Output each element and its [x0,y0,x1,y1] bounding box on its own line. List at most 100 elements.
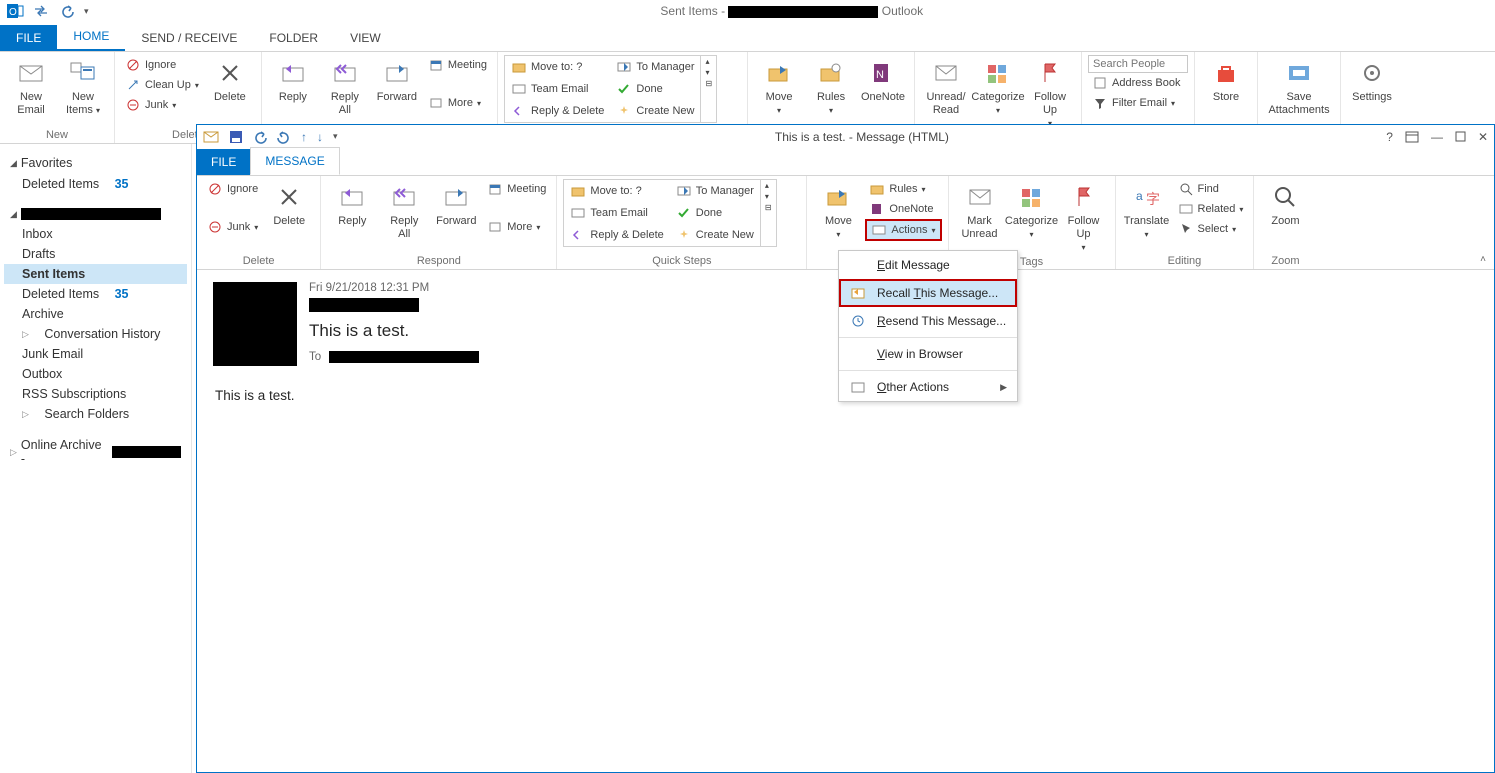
folder-rss[interactable]: RSS Subscriptions [4,384,187,404]
msg-qs-expand[interactable]: ⊟ [761,202,776,213]
qs-done[interactable]: Done [610,78,700,100]
folder-junk[interactable]: Junk Email [4,344,187,364]
msg-qs-done[interactable]: Done [670,202,760,224]
msg-translate-button[interactable]: a字Translate▾ [1122,179,1172,241]
qs-reply-delete[interactable]: Reply & Delete [505,100,610,122]
msg-qat-dropdown[interactable]: ▾ [333,131,338,142]
msg-tab-message[interactable]: MESSAGE [250,147,339,175]
unread-read-button[interactable]: Unread/ Read [921,55,971,117]
msg-save-icon[interactable] [229,130,243,144]
msg-tab-file[interactable]: FILE [197,149,250,175]
msg-next-icon[interactable]: ↓ [317,130,323,144]
folder-conversation-history[interactable]: ▷ Conversation History [4,324,187,344]
folder-drafts[interactable]: Drafts [4,244,187,264]
msg-reply-button[interactable]: Reply [327,179,377,228]
favorites-header[interactable]: ◢Favorites [4,152,187,174]
msg-related-button[interactable]: Related ▾ [1174,199,1248,219]
reply-all-button[interactable]: Reply All [320,55,370,117]
categorize-button[interactable]: Categorize▾ [973,55,1023,117]
send-receive-icon[interactable] [32,2,50,20]
maximize-icon[interactable] [1455,131,1466,142]
fav-deleted-items[interactable]: Deleted Items 35 [4,174,187,194]
cleanup-button[interactable]: Clean Up ▾ [121,75,203,95]
qs-team-email[interactable]: Team Email [505,78,610,100]
msg-prev-icon[interactable]: ↑ [301,130,307,144]
msg-onenote-button[interactable]: OneNote [865,199,941,219]
new-items-button[interactable]: New Items ▾ [58,55,108,117]
folder-sent-items[interactable]: Sent Items [4,264,187,284]
menu-recall-message[interactable]: Recall This Message... [839,279,1017,307]
tab-file[interactable]: FILE [0,25,57,51]
undo-icon[interactable] [58,2,76,20]
msg-select-button[interactable]: Select ▾ [1174,219,1248,239]
rules-button[interactable]: Rules▾ [806,55,856,117]
msg-qs-tomanager[interactable]: To Manager [670,180,760,202]
msg-find-button[interactable]: Find [1174,179,1248,199]
junk-button[interactable]: Junk ▾ [121,95,203,115]
menu-resend-message[interactable]: Resend This Message... [839,307,1017,335]
search-people-input[interactable] [1088,55,1188,73]
menu-other-actions[interactable]: Other Actions▶ [839,373,1017,401]
qs-moveto[interactable]: Move to: ? [505,56,610,78]
msg-redo-icon[interactable] [277,130,291,144]
msg-junk-button[interactable]: Junk ▾ [203,217,262,237]
online-archive-header[interactable]: ▷Online Archive - [4,434,187,470]
msg-qs-team-email[interactable]: Team Email [564,202,669,224]
new-email-button[interactable]: New Email [6,55,56,117]
msg-followup-button[interactable]: Follow Up▾ [1059,179,1109,254]
ribbon-display-icon[interactable] [1405,131,1419,143]
move-button[interactable]: Move▾ [754,55,804,117]
minimize-icon[interactable]: — [1431,130,1443,144]
msg-forward-button[interactable]: Forward [431,179,481,228]
qs-scroll-up[interactable]: ▴ [701,56,716,67]
close-icon[interactable]: ✕ [1478,130,1488,144]
msg-more-button[interactable]: More ▾ [483,217,550,237]
qs-scroll-down[interactable]: ▾ [701,67,716,78]
msg-move-button[interactable]: Move▾ [813,179,863,241]
reply-button[interactable]: Reply [268,55,318,104]
save-attachments-button[interactable]: Save Attachments [1264,55,1334,117]
folder-search-folders[interactable]: ▷ Search Folders [4,404,187,424]
forward-button[interactable]: Forward [372,55,422,104]
folder-deleted-items[interactable]: Deleted Items 35 [4,284,187,304]
qs-expand[interactable]: ⊟ [701,78,716,89]
folder-archive[interactable]: Archive [4,304,187,324]
qat-dropdown-icon[interactable]: ▾ [84,6,89,17]
msg-meeting-button[interactable]: Meeting [483,179,550,199]
delete-button[interactable]: Delete [205,55,255,104]
msg-actions-button[interactable]: Actions ▾ [865,219,941,241]
msg-ignore-button[interactable]: Ignore [203,179,262,199]
folder-inbox[interactable]: Inbox [4,224,187,244]
more-respond-button[interactable]: More ▾ [424,93,491,113]
ribbon-collapse-icon[interactable]: ˄ [1480,254,1486,265]
msg-qs-createnew[interactable]: Create New [670,224,760,246]
meeting-button[interactable]: Meeting [424,55,491,75]
qs-createnew[interactable]: Create New [610,100,700,122]
help-icon[interactable]: ? [1386,130,1393,144]
followup-button[interactable]: Follow Up▾ [1025,55,1075,130]
ignore-button[interactable]: Ignore [121,55,203,75]
msg-reply-all-button[interactable]: Reply All [379,179,429,241]
msg-mark-unread-button[interactable]: Mark Unread [955,179,1005,241]
tab-view[interactable]: VIEW [334,25,397,51]
tab-send-receive[interactable]: SEND / RECEIVE [125,25,253,51]
msg-qs-down[interactable]: ▾ [761,191,776,202]
msg-qs-moveto[interactable]: Move to: ? [564,180,669,202]
tab-home[interactable]: HOME [57,23,125,51]
msg-delete-button[interactable]: Delete [264,179,314,228]
msg-qs-up[interactable]: ▴ [761,180,776,191]
msg-rules-button[interactable]: Rules ▾ [865,179,941,199]
settings-button[interactable]: Settings [1347,55,1397,104]
onenote-button[interactable]: NOneNote [858,55,908,104]
menu-edit-message[interactable]: Edit Message [839,251,1017,279]
address-book-button[interactable]: Address Book [1088,73,1188,93]
msg-undo-icon[interactable] [253,130,267,144]
filter-email-button[interactable]: Filter Email ▾ [1088,93,1188,113]
qs-tomanager[interactable]: To Manager [610,56,700,78]
msg-categorize-button[interactable]: Categorize▾ [1007,179,1057,241]
mailbox-header[interactable]: ◢ [4,204,187,224]
menu-view-in-browser[interactable]: View in Browser [839,340,1017,368]
store-button[interactable]: Store [1201,55,1251,104]
tab-folder[interactable]: FOLDER [253,25,334,51]
msg-qs-reply-delete[interactable]: Reply & Delete [564,224,669,246]
